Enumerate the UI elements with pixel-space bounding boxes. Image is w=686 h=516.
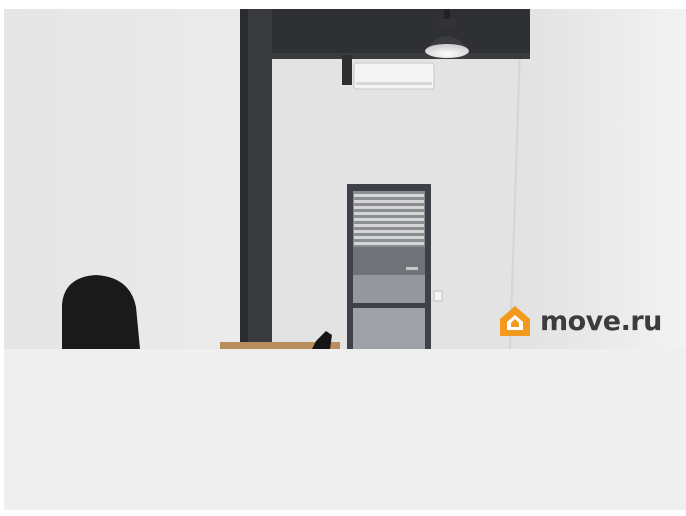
house-logo-icon — [500, 306, 530, 336]
image-placeholder — [4, 349, 686, 510]
watermark: move.ru — [498, 301, 662, 341]
watermark-text: move.ru — [540, 305, 662, 337]
listing-photo[interactable]: move.ru — [4, 9, 686, 349]
door — [347, 184, 431, 349]
light-switch — [433, 290, 443, 302]
ceiling-bulkhead — [252, 9, 530, 57]
right-wall — [509, 9, 686, 349]
office-photo — [4, 9, 686, 349]
